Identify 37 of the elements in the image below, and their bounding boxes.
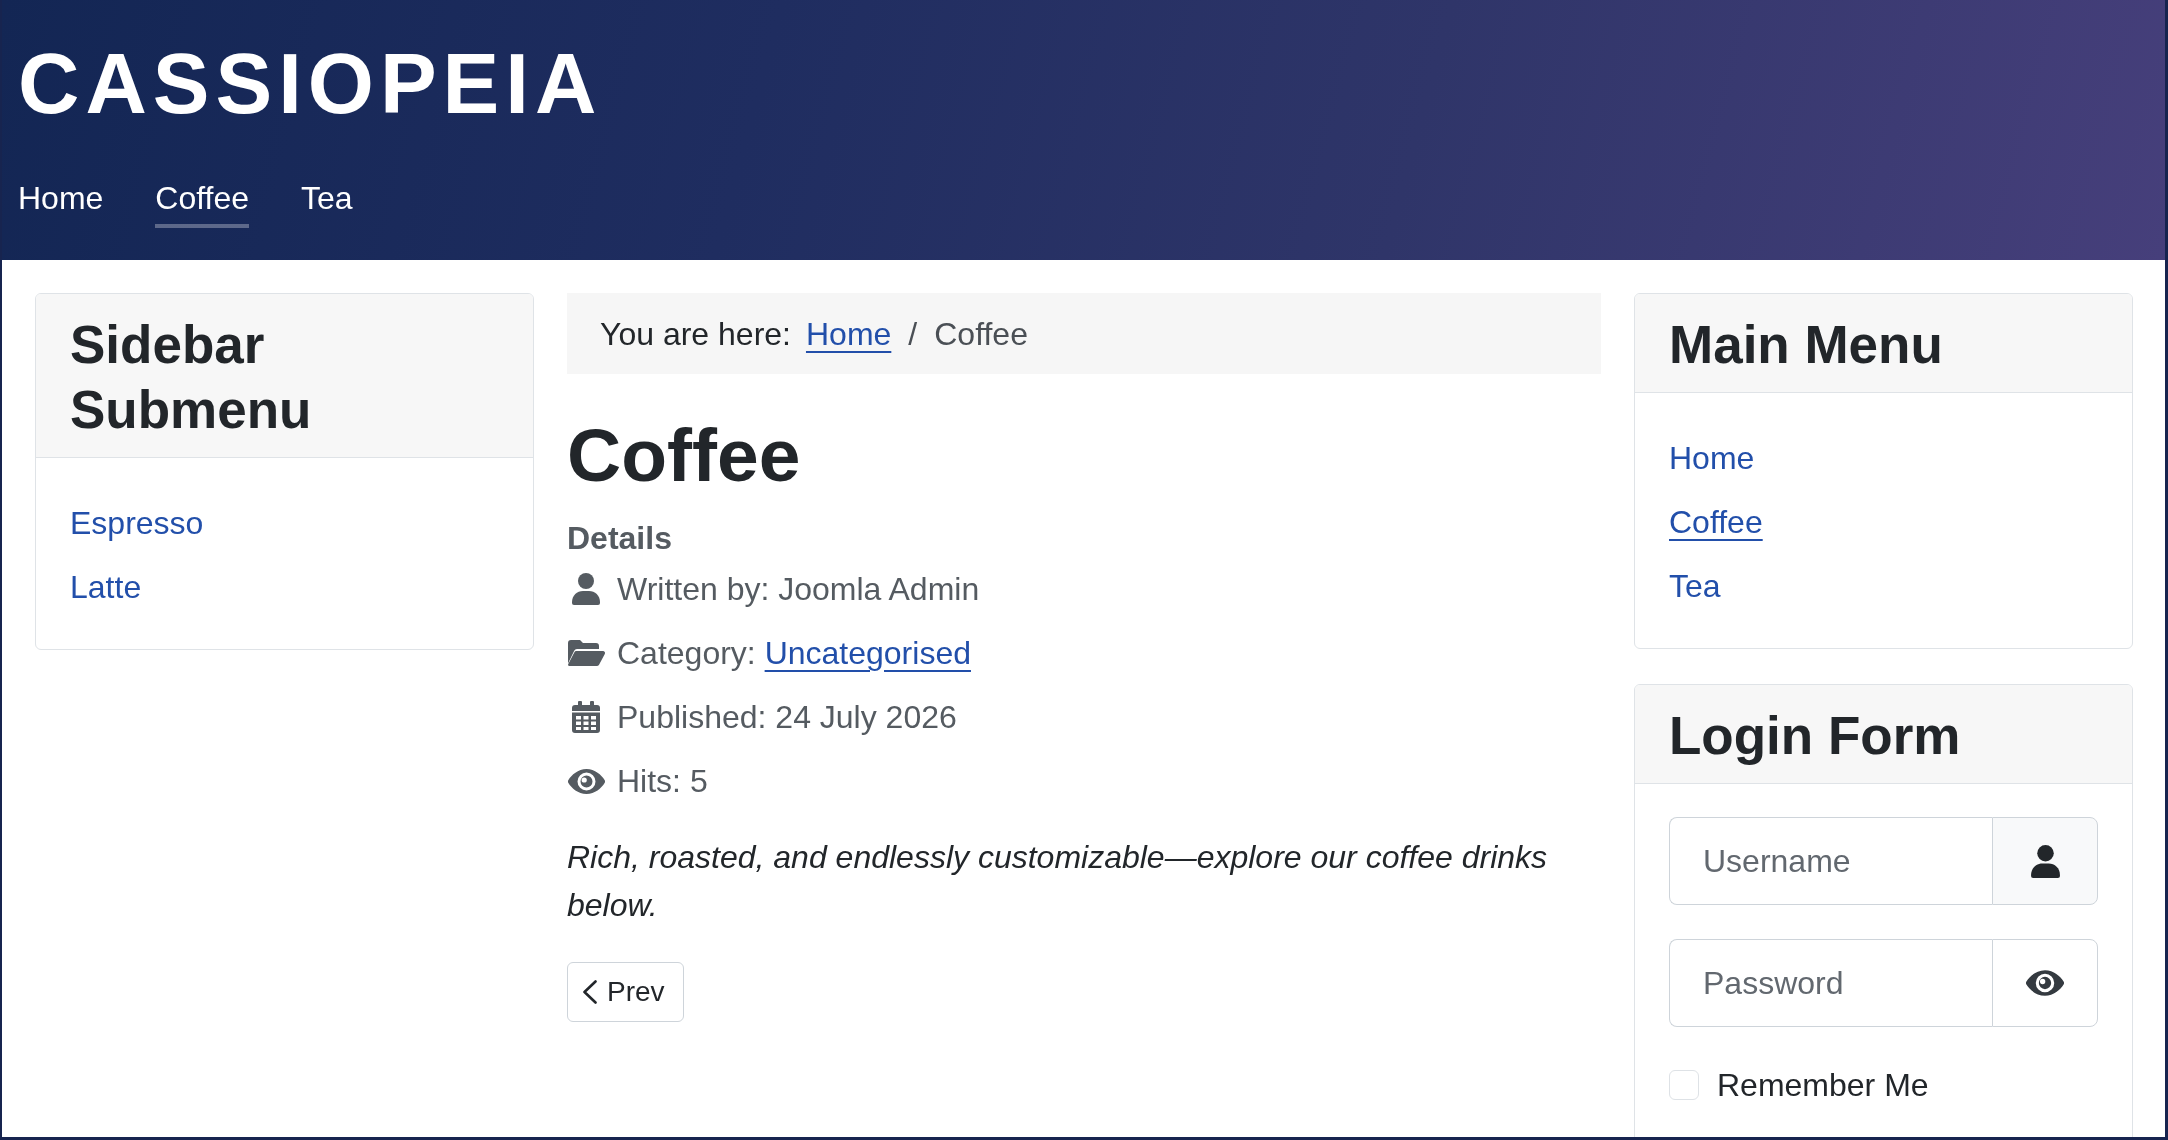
meta-text: Written by: Joomla Admin (617, 570, 980, 609)
article-title: Coffee (567, 412, 802, 499)
card-title: Login Form (1669, 705, 1962, 767)
card-title: Sidebar Submenu (70, 314, 313, 441)
breadcrumb-current: Coffee (934, 315, 1028, 354)
password-field[interactable]: Password (1669, 939, 1992, 1027)
nav-link[interactable]: Coffee (155, 174, 250, 228)
show-password-button[interactable] (1992, 939, 2098, 1027)
username-field[interactable]: Username (1669, 817, 1992, 905)
eye-icon (567, 768, 605, 794)
calendar-icon (572, 701, 600, 733)
breadcrumb-link[interactable]: Home (805, 310, 892, 358)
person-icon (2030, 844, 2060, 878)
menu-link[interactable]: Espresso (70, 499, 204, 547)
menu-link[interactable]: Latte (70, 563, 142, 611)
category-link[interactable]: Uncategorised (764, 635, 971, 671)
eye-icon (2026, 970, 2064, 996)
chevron-left-icon (583, 980, 597, 1004)
meta-text: Hits: 5 (617, 762, 708, 801)
breadcrumb-label: You are here: (600, 315, 791, 354)
nav-link[interactable]: Tea (301, 174, 353, 228)
menu-link[interactable]: Home (1669, 434, 1755, 482)
breadcrumb-separator: / (907, 315, 919, 354)
details-heading: Details (567, 519, 673, 558)
person-icon (572, 573, 600, 605)
nav-link[interactable]: Home (18, 174, 104, 228)
folder-icon (567, 640, 605, 666)
site-logo[interactable]: CASSIOPEIA (18, 41, 603, 126)
meta-text: Category: Uncategorised (617, 634, 971, 673)
remember-label: Remember Me (1717, 1066, 1929, 1105)
prev-button[interactable]: Prev (567, 962, 684, 1022)
card-title: Main Menu (1669, 314, 1944, 376)
remember-checkbox[interactable] (1669, 1070, 1699, 1100)
meta-text: Published: 24 July 2026 (617, 698, 957, 737)
menu-link[interactable]: Coffee (1669, 498, 1763, 546)
intro-text: Rich, roasted, and endlessly customizable—explore our coffee drinks below. (567, 838, 1549, 925)
menu-link[interactable]: Tea (1669, 562, 1721, 610)
